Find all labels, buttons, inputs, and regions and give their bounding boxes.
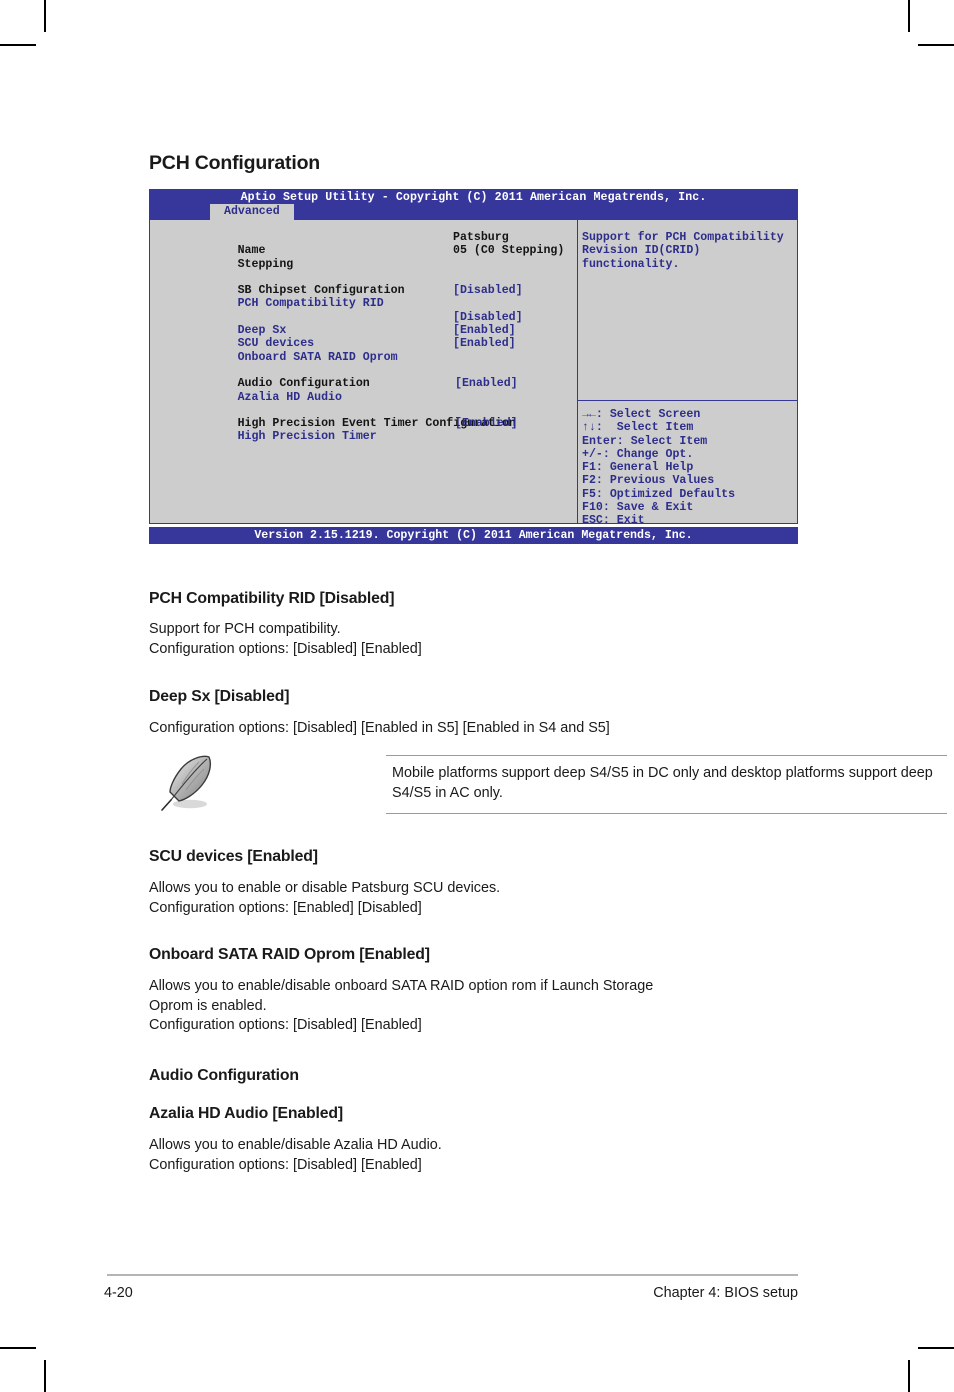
bios-setup-screenshot: Aptio Setup Utility - Copyright (C) 2011… [149,189,798,544]
bios-item-pch-compatibility-rid[interactable]: PCH Compatibility RID [Disabled] [168,284,577,310]
bios-key-f2-previous-values: F2: Previous Values [582,474,715,488]
bios-item-label: PCH Compatibility RID [237,297,384,311]
bios-item-value[interactable]: [Enabled] [453,337,516,350]
bios-item-value[interactable]: [Disabled] [453,311,523,324]
bios-item-label: High Precision Timer [237,430,377,444]
bios-help-panel: Support for PCH Compatibility Revision I… [578,220,797,401]
bios-key-esc-exit: ESC: Exit [582,514,645,528]
bios-item-value: 05 (C0 Stepping) [453,244,565,258]
bios-key-select-screen: →←: Select Screen [582,408,701,421]
body-azalia-hd-audio: Allows you to enable/disable Azalia HD A… [149,1137,442,1173]
bios-settings-list: Name Patsburg Stepping 05 (C0 Stepping) … [150,220,577,523]
bios-help-line: Revision ID(CRID) [582,244,701,258]
bios-key-f5-optimized-defaults: F5: Optimized Defaults [582,487,736,501]
note-text: Mobile platforms support deep S4/S5 in D… [392,765,933,801]
bios-key-enter-select-item: Enter: Select Item [582,434,708,448]
quill-pen-icon [157,752,231,814]
bios-item-label: Onboard SATA RAID Oprom [237,350,398,364]
body-scu-devices: Allows you to enable or disable Patsburg… [149,880,501,916]
bios-heading-high-precision-event-timer-configuration: High Precision Event Timer Configuration [168,404,577,430]
page-title: PCH Configuration [149,152,320,174]
heading-audio-configuration: Audio Configuration [149,1067,299,1084]
bios-item-value[interactable]: [Enabled] [455,417,518,430]
bios-heading-audio-configuration: Audio Configuration [168,364,577,390]
heading-onboard-sata-raid-oprom: Onboard SATA RAID Oprom [Enabled] [149,946,430,963]
heading-azalia-hd-audio: Azalia HD Audio [Enabled] [149,1105,344,1122]
note-rule-top [386,755,947,756]
bios-item-azalia-hd-audio[interactable]: Azalia HD Audio [Enabled] [168,377,577,403]
note-box: Mobile platforms support deep S4/S5 in D… [149,752,947,814]
bios-side-panel: Support for PCH Compatibility Revision I… [577,220,797,527]
footer-divider [107,1274,798,1276]
heading-deep-sx: Deep Sx [Disabled] [149,688,290,705]
bios-version-bar: Version 2.15.1219. Copyright (C) 2011 Am… [149,527,798,544]
bios-item-label: Stepping [237,257,294,271]
bios-help-line: Support for PCH Compatibility [582,231,784,244]
note-rule-bottom [386,813,947,814]
bios-heading-sb-chipset-configuration: SB Chipset Configuration [168,271,577,297]
body-onboard-sata-raid-oprom: Allows you to enable/disable onboard SAT… [149,978,654,1033]
bios-header-bar: Aptio Setup Utility - Copyright (C) 2011… [149,189,798,221]
bios-help-line: functionality. [582,257,680,271]
bios-item-value: Patsburg [453,231,509,244]
bios-item-value[interactable]: [Enabled] [455,377,518,390]
body-deep-sx: Configuration options: [Disabled] [Enabl… [149,720,610,736]
bios-item-high-precision-timer[interactable]: High Precision Timer [Enabled] [168,417,577,443]
manual-page: PCH Configuration Aptio Setup Utility - … [0,0,954,1392]
bios-body: Name Patsburg Stepping 05 (C0 Stepping) … [149,220,798,527]
heading-scu-devices: SCU devices [Enabled] [149,848,318,865]
bios-key-select-item-arrows: ↑↓: Select Item [582,421,694,435]
bios-key-legend: →←: Select Screen ↑↓: Select Item Enter:… [578,401,797,528]
bios-item-value[interactable]: [Enabled] [453,324,516,337]
bios-item-stepping: Stepping 05 (C0 Stepping) [168,244,577,270]
bios-item-value[interactable]: [Disabled] [453,284,523,297]
bios-item-scu-devices[interactable]: SCU devices [Enabled] [168,324,577,350]
footer-chapter-label: Chapter 4: BIOS setup [653,1285,798,1301]
bios-item-deep-sx[interactable]: Deep Sx [Disabled] [168,311,577,337]
bios-item-name: Name Patsburg [168,231,577,257]
bios-key-f10-save-exit: F10: Save & Exit [582,501,694,515]
bios-tab-advanced[interactable]: Advanced [210,204,294,221]
bios-item-onboard-sata-raid-oprom[interactable]: Onboard SATA RAID Oprom [Enabled] [168,337,577,363]
bios-key-change-opt: +/-: Change Opt. [582,447,694,461]
bios-key-f1-general-help: F1: General Help [582,461,694,475]
bios-item-label: Azalia HD Audio [237,390,342,404]
bios-title: Aptio Setup Utility - Copyright (C) 2011… [240,191,707,204]
body-pch-compatibility-rid: Support for PCH compatibility. Configura… [149,621,422,657]
footer-page-number: 4-20 [104,1285,133,1301]
heading-pch-compatibility-rid: PCH Compatibility RID [Disabled] [149,590,395,607]
